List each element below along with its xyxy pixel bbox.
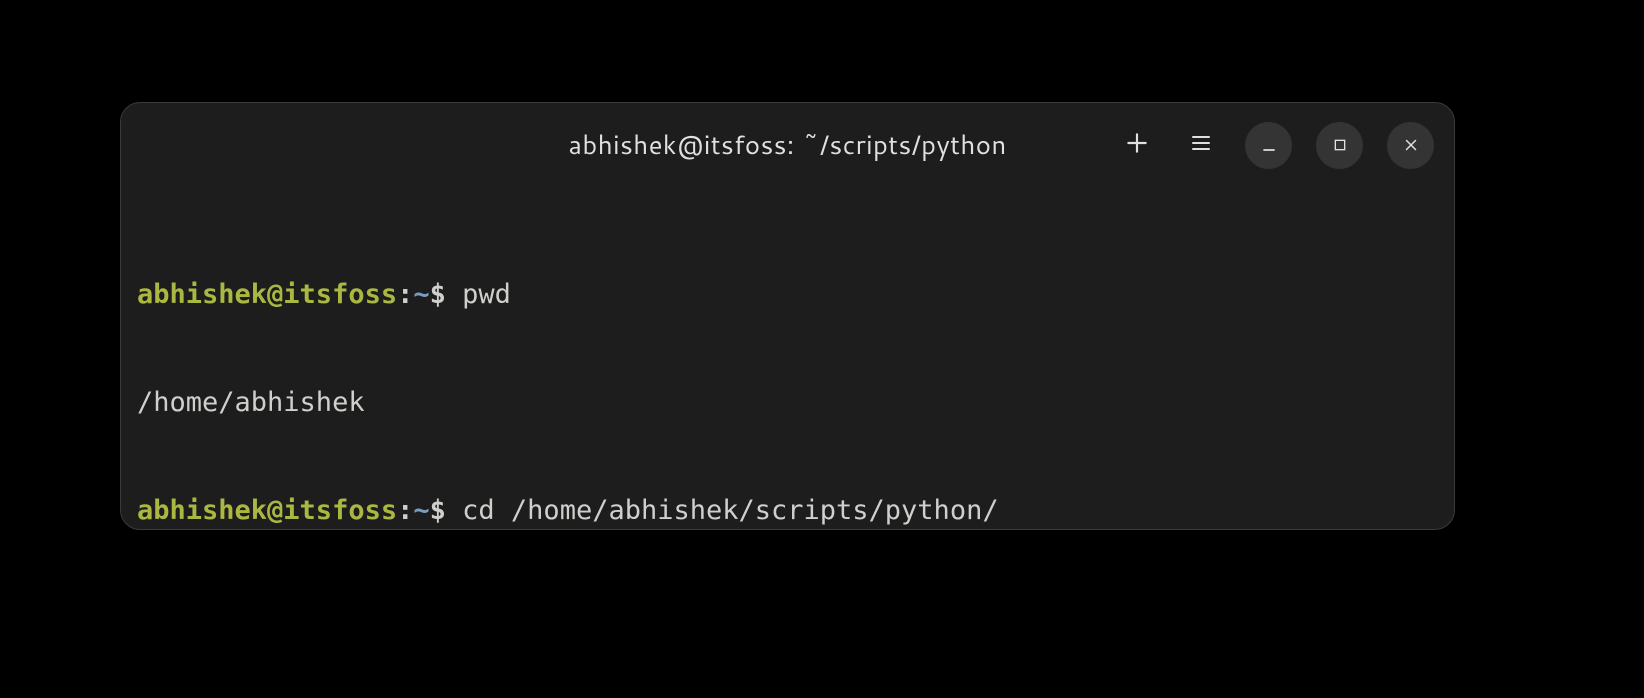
minimize-button[interactable]	[1245, 122, 1292, 169]
prompt-sigil: $	[430, 495, 446, 526]
titlebar[interactable]: abhishek@itsfoss: ~/scripts/python	[121, 103, 1454, 187]
close-icon	[1402, 136, 1420, 154]
terminal-line: abhishek@itsfoss:~$ cd /home/abhishek/sc…	[137, 493, 1438, 529]
prompt-sep: :	[397, 279, 413, 310]
command-text: cd /home/abhishek/scripts/python/	[446, 495, 999, 526]
close-button[interactable]	[1387, 122, 1434, 169]
minimize-icon	[1259, 135, 1279, 155]
prompt-user-host: abhishek@itsfoss	[137, 279, 397, 310]
menu-button[interactable]	[1181, 125, 1221, 165]
prompt-path: ~	[413, 495, 429, 526]
hamburger-icon	[1189, 131, 1213, 159]
plus-icon	[1124, 130, 1150, 160]
command-text: pwd	[446, 279, 511, 310]
prompt-user-host: abhishek@itsfoss	[137, 495, 397, 526]
output-text: /home/abhishek	[137, 387, 365, 418]
titlebar-controls	[1117, 122, 1434, 169]
new-tab-button[interactable]	[1117, 125, 1157, 165]
prompt-path: ~	[413, 279, 429, 310]
maximize-button[interactable]	[1316, 122, 1363, 169]
terminal-line: /home/abhishek	[137, 385, 1438, 421]
maximize-icon	[1332, 137, 1348, 153]
terminal-body[interactable]: abhishek@itsfoss:~$ pwd /home/abhishek a…	[121, 187, 1454, 530]
prompt-sigil: $	[430, 279, 446, 310]
terminal-window: abhishek@itsfoss: ~/scripts/python	[120, 102, 1455, 530]
prompt-sep: :	[397, 495, 413, 526]
terminal-line: abhishek@itsfoss:~$ pwd	[137, 277, 1438, 313]
